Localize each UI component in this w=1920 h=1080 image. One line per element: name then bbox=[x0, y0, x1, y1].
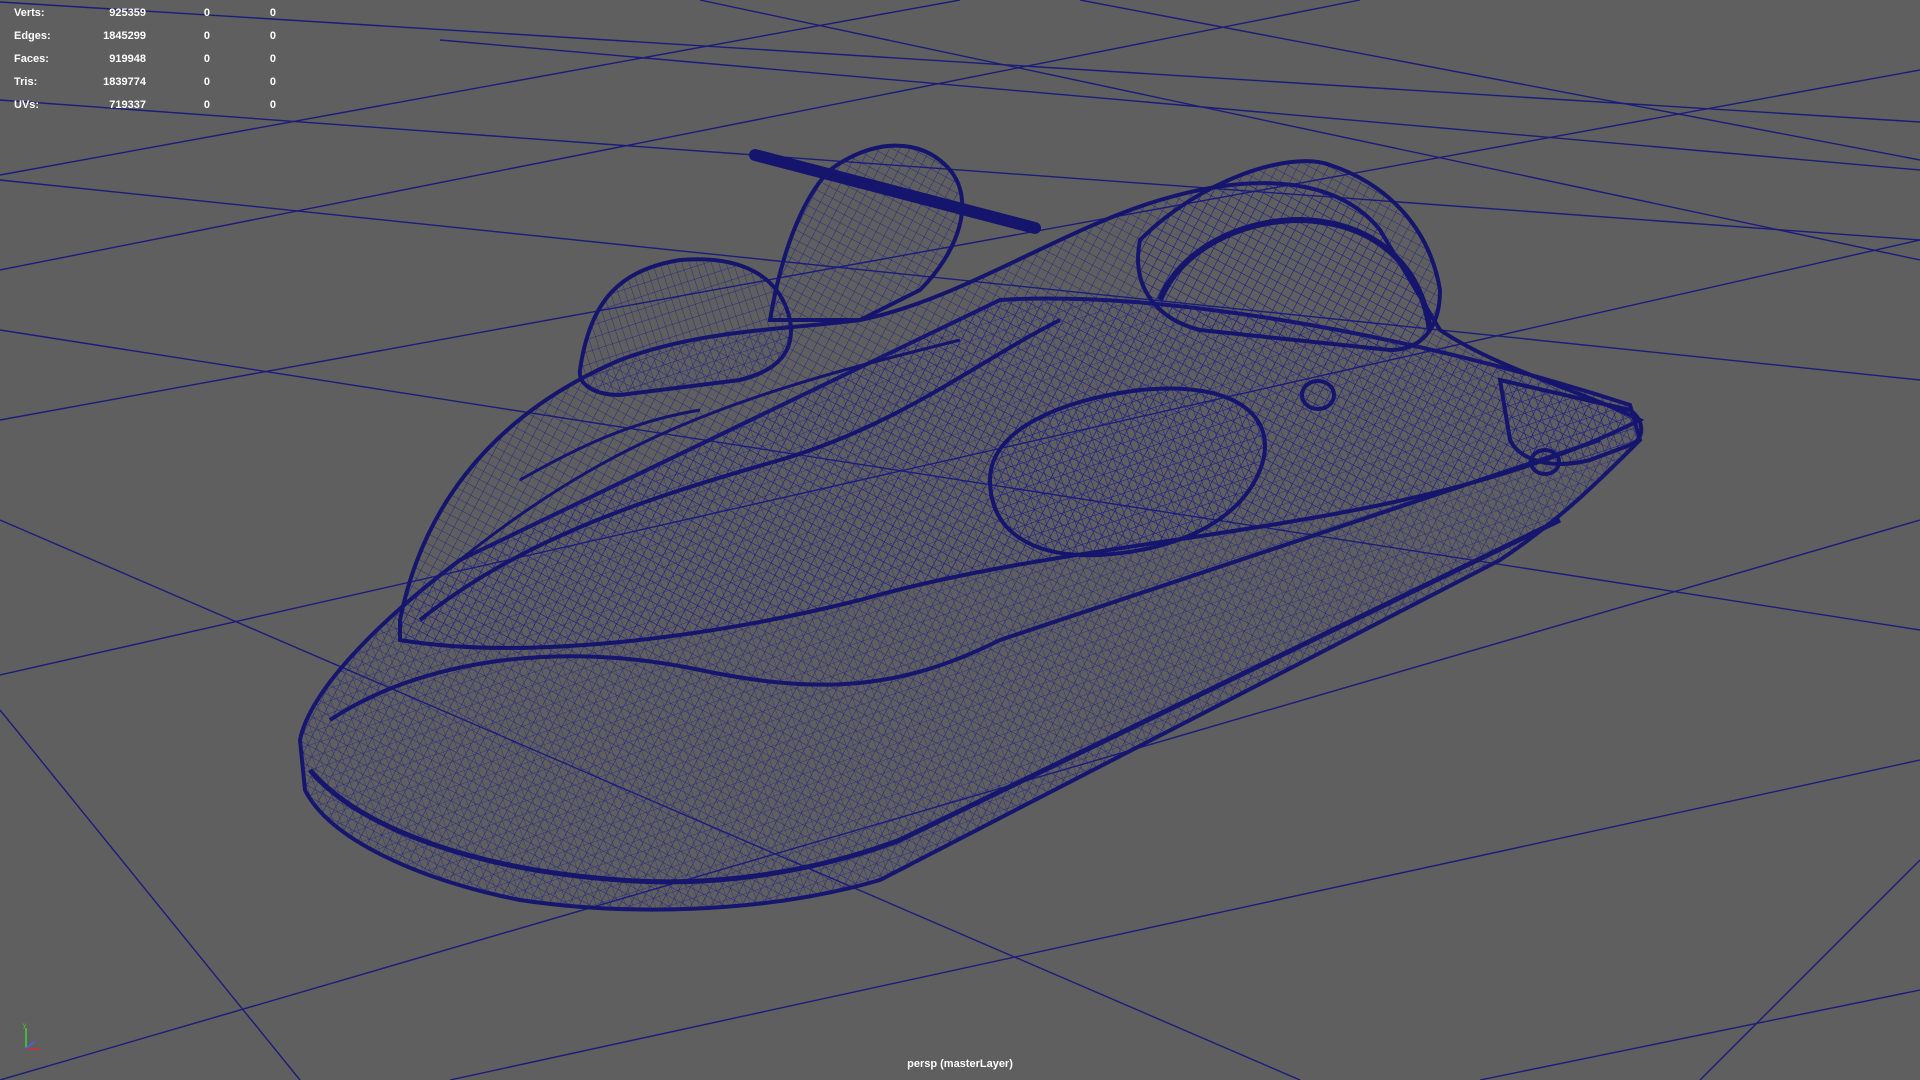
hud-selected: 0 bbox=[203, 76, 210, 88]
hud-components: 0 bbox=[269, 7, 276, 19]
hud-row-verts: Verts: 925359 0 0 bbox=[14, 2, 276, 25]
hud-components: 0 bbox=[269, 76, 276, 88]
hud-selected: 0 bbox=[203, 7, 210, 19]
hud-total: 919948 bbox=[109, 53, 146, 65]
hud-total: 925359 bbox=[109, 7, 146, 19]
hud-row-faces: Faces: 919948 0 0 bbox=[14, 48, 276, 71]
hud-label: Faces: bbox=[14, 53, 49, 65]
front-cowl bbox=[577, 257, 793, 398]
hud-row-uvs: UVs: 719337 0 0 bbox=[14, 94, 276, 117]
hud-row-edges: Edges: 1845299 0 0 bbox=[14, 25, 276, 48]
jetski-wireframe[interactable] bbox=[297, 143, 1645, 912]
hud-label: Tris: bbox=[14, 76, 38, 88]
camera-label: persp (masterLayer) bbox=[907, 1058, 1013, 1070]
hud-label: UVs: bbox=[14, 99, 40, 111]
hud-components: 0 bbox=[269, 53, 276, 65]
hud-row-tris: Tris: 1839774 0 0 bbox=[14, 71, 276, 94]
axis-gizmo-icon: y bbox=[23, 1023, 41, 1051]
hud-selected: 0 bbox=[203, 53, 210, 65]
hud-selected: 0 bbox=[203, 99, 210, 111]
hud-label: Verts: bbox=[14, 7, 45, 19]
hud-components: 0 bbox=[269, 99, 276, 111]
hud-total: 1839774 bbox=[103, 76, 146, 88]
poly-count-hud: Verts: 925359 0 0 Edges: 1845299 0 0 Fac… bbox=[14, 2, 276, 117]
perspective-viewport[interactable]: Verts: 925359 0 0 Edges: 1845299 0 0 Fac… bbox=[0, 0, 1920, 1080]
hud-components: 0 bbox=[269, 30, 276, 42]
hud-total: 719337 bbox=[109, 99, 146, 111]
hud-total: 1845299 bbox=[103, 30, 146, 42]
hud-label: Edges: bbox=[14, 30, 51, 42]
hud-selected: 0 bbox=[203, 30, 210, 42]
viewport-scene[interactable] bbox=[0, 0, 1920, 1080]
svg-text:y: y bbox=[23, 1023, 26, 1029]
